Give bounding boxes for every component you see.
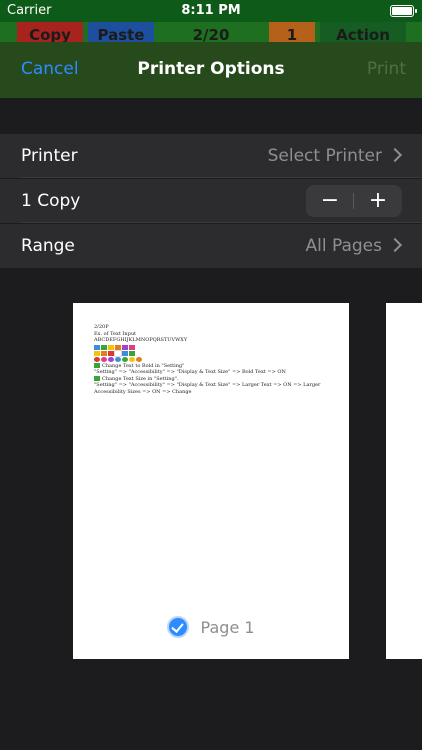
copy-button[interactable]: Copy (17, 22, 83, 44)
printer-value: Select Printer (267, 146, 382, 166)
circle-emoji-row (94, 356, 334, 362)
block-emoji-row (94, 349, 334, 357)
action-button[interactable]: Action (320, 22, 406, 44)
range-value: All Pages (305, 236, 383, 256)
increment-button[interactable]: + (354, 185, 402, 217)
doc-line: ABCDEFGHIJKLMNOPQRSTUVWXY (94, 337, 188, 343)
page-content: 2/20P Ex. of Text Input ABCDEFGHIJKLMNOP… (94, 324, 334, 395)
status-time: 8:11 PM (181, 3, 241, 18)
page-preview[interactable]: 2/20P Ex. of Text Input ABCDEFGHIJKLMNOP… (73, 303, 349, 659)
chevron-right-icon (387, 147, 403, 163)
doc-line: "Setting" => "Accessibility" => "Display… (94, 382, 321, 395)
page-counter: 2/20 (170, 22, 252, 44)
checkmark-icon[interactable] (167, 616, 190, 638)
copies-label: 1 Copy (21, 191, 81, 211)
copies-row: 1 Copy − + (0, 179, 422, 223)
check-emoji-icon (94, 362, 100, 368)
divider (21, 222, 422, 223)
printer-row[interactable]: Printer Select Printer (0, 134, 422, 178)
app-toolbar: Copy Paste 2/20 1 Action (0, 22, 422, 44)
next-page-preview[interactable] (386, 303, 422, 659)
decrement-button[interactable]: − (306, 185, 354, 217)
copies-stepper[interactable]: − + (306, 185, 402, 217)
range-row[interactable]: Range All Pages (0, 224, 422, 268)
heart-emoji-row (94, 344, 334, 350)
paste-button[interactable]: Paste (88, 22, 154, 44)
page-label: Page 1 (200, 617, 255, 637)
divider (21, 177, 422, 178)
print-button[interactable]: Print (367, 59, 406, 79)
sheet-title: Printer Options (137, 59, 285, 79)
count-badge[interactable]: 1 (269, 22, 315, 44)
battery-icon (390, 5, 417, 17)
section-spacer (0, 98, 422, 134)
range-label: Range (21, 236, 75, 256)
page-selection[interactable]: Page 1 (73, 616, 349, 638)
printer-label: Printer (21, 146, 78, 166)
check-emoji-icon (94, 375, 100, 381)
chevron-right-icon (387, 237, 403, 253)
